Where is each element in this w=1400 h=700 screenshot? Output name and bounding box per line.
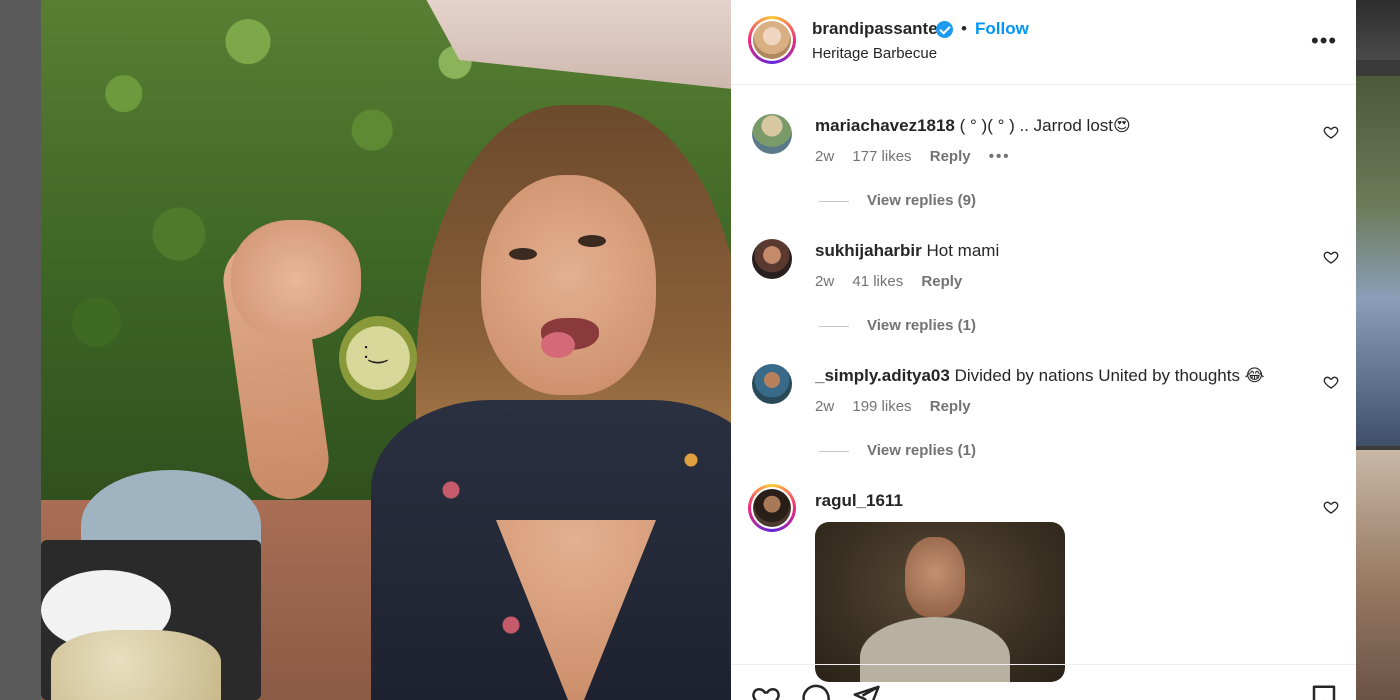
comment-age[interactable]: 2w (815, 398, 834, 415)
view-replies-button[interactable]: View replies (1) (819, 317, 976, 334)
header-separator: • (961, 19, 967, 38)
commenter-avatar[interactable] (752, 114, 792, 154)
comment-likes[interactable]: 199 likes (852, 398, 911, 415)
reply-button[interactable]: Reply (930, 148, 971, 165)
author-avatar[interactable] (753, 21, 791, 59)
comment-age[interactable]: 2w (815, 148, 834, 165)
view-replies-label: View replies (1) (867, 442, 976, 459)
post-side-panel: brandipassante • Follow Heritage Barbecu… (731, 0, 1356, 700)
commenter-avatar[interactable] (753, 489, 791, 527)
background-thumbnail (1356, 0, 1400, 60)
reply-button[interactable]: Reply (930, 398, 971, 415)
bookmark-icon[interactable] (1309, 683, 1339, 700)
photo-person-face (481, 175, 656, 395)
comment-username[interactable]: mariachavez1818 (815, 116, 955, 135)
post-photo: :‿ (41, 0, 731, 700)
pickle-smiley-icon: :‿ (363, 338, 387, 363)
comment-text: mariachavez1818 ( ° )( ° ) .. Jarrod los… (815, 116, 1131, 136)
like-comment-heart-icon[interactable] (1323, 499, 1339, 515)
view-replies-button[interactable]: View replies (1) (819, 442, 976, 459)
reply-button[interactable]: Reply (921, 273, 962, 290)
comment-gif-attachment[interactable] (815, 522, 1065, 682)
photo-tongue (541, 332, 575, 358)
view-replies-label: View replies (9) (867, 192, 976, 209)
view-replies-line (819, 325, 849, 327)
comment-username[interactable]: ragul_1611 (815, 491, 903, 510)
more-options-icon[interactable]: ••• (1311, 30, 1337, 52)
backdrop-left (0, 0, 41, 700)
background-thumbnail (1356, 76, 1400, 446)
comment-body: Divided by nations United by thoughts 😂 (954, 366, 1265, 385)
view-replies-line (819, 450, 849, 452)
comment-username[interactable]: _simply.aditya03 (815, 366, 950, 385)
comment-icon[interactable] (801, 683, 831, 700)
author-username[interactable]: brandipassante (812, 19, 938, 39)
like-comment-heart-icon[interactable] (1323, 249, 1339, 265)
post-header: brandipassante • Follow Heritage Barbecu… (731, 0, 1356, 85)
commenter-avatar[interactable] (752, 239, 792, 279)
photo-eye (578, 235, 606, 247)
comment-meta: 2w 41 likes Reply (815, 273, 976, 290)
comment-meta: 2w 199 likes Reply (815, 398, 985, 415)
comment-body: ( ° )( ° ) .. Jarrod lost😍 (959, 116, 1131, 135)
background-thumbnail (1356, 450, 1400, 700)
like-comment-heart-icon[interactable] (1323, 374, 1339, 390)
gif-figure-head (905, 537, 965, 617)
comment-username[interactable]: sukhijaharbir (815, 241, 922, 260)
commenter-avatar[interactable] (752, 364, 792, 404)
verified-badge-icon (936, 21, 953, 38)
post-location[interactable]: Heritage Barbecue (812, 45, 937, 62)
photo-food (51, 630, 221, 700)
comment-text: ragul_1611 (815, 491, 903, 511)
heart-icon[interactable] (751, 683, 781, 700)
comment-text: sukhijaharbir Hot mami (815, 241, 999, 261)
view-replies-label: View replies (1) (867, 317, 976, 334)
like-comment-heart-icon[interactable] (1323, 124, 1339, 140)
comment-likes[interactable]: 41 likes (852, 273, 903, 290)
comment-meta: 2w 177 likes Reply ••• (815, 148, 1025, 165)
comment-age[interactable]: 2w (815, 273, 834, 290)
post-action-bar (731, 664, 1356, 700)
comment-options-icon[interactable]: ••• (989, 148, 1011, 165)
share-icon[interactable] (851, 683, 881, 700)
view-replies-button[interactable]: View replies (9) (819, 192, 976, 209)
comment-likes[interactable]: 177 likes (852, 148, 911, 165)
comment-text: _simply.aditya03 Divided by nations Unit… (815, 366, 1265, 386)
photo-eye (509, 248, 537, 260)
view-replies-line (819, 200, 849, 202)
comment-body: Hot mami (926, 241, 1000, 260)
photo-hand (231, 220, 361, 340)
follow-button[interactable]: Follow (975, 19, 1029, 39)
